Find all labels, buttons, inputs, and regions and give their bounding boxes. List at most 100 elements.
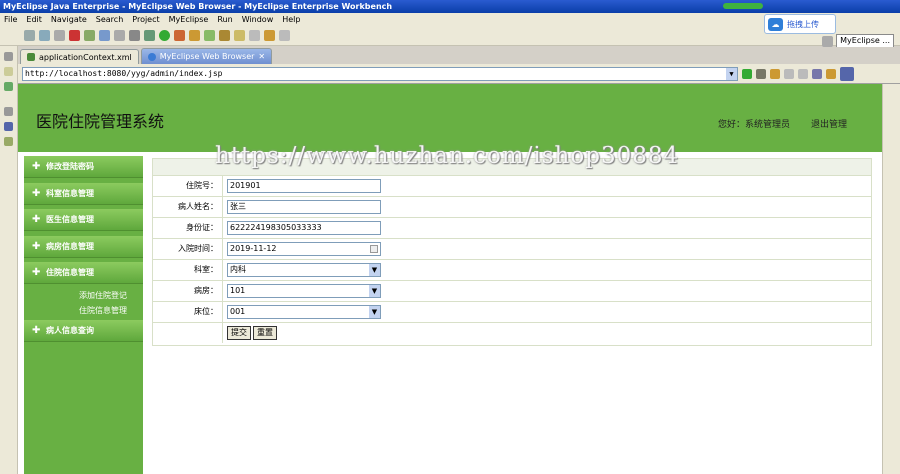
form-row-admission-date: 入院时间： 2019-11-12 [153, 239, 871, 260]
editor-tabs: applicationContext.xml MyEclipse Web Bro… [18, 47, 900, 64]
sidebar-item-change-password[interactable]: ✚ 修改登陆密码 [24, 156, 143, 178]
sidebar-item-admissions[interactable]: ✚ 住院信息管理 [24, 262, 143, 284]
chevron-down-icon: ▼ [369, 285, 380, 297]
patient-name-input[interactable]: 张三 [227, 200, 381, 214]
server-icon[interactable] [69, 30, 80, 41]
site-header: 医院住院管理系统 您好：系统管理员 退出管理 [18, 84, 882, 152]
window-title: MyEclipse Java Enterprise - MyEclipse We… [0, 0, 900, 13]
admission-form: 住院号： 201901 病人姓名： 张三 身份证： 62222419830503… [152, 158, 872, 346]
sidebar-subitem-manage-admissions[interactable]: 住院信息管理 [79, 305, 127, 316]
sidebar-item-departments[interactable]: ✚ 科室信息管理 [24, 183, 143, 205]
plus-icon: ✚ [32, 325, 41, 336]
chevron-down-icon[interactable]: ▼ [726, 67, 737, 80]
plus-icon: ✚ [32, 214, 41, 225]
left-trim-bar [0, 46, 18, 474]
package-explorer-icon[interactable] [4, 67, 13, 76]
sidebar-item-patient-query[interactable]: ✚ 病人信息查询 [24, 320, 143, 342]
plus-icon: ✚ [32, 188, 41, 199]
browser-icon[interactable] [99, 30, 110, 41]
cloud-icon: ☁ [768, 17, 783, 31]
perspective-switcher: MyEclipse ... [822, 34, 894, 48]
admission-no-input[interactable]: 201901 [227, 179, 381, 193]
deploy-icon[interactable] [84, 30, 95, 41]
submit-button[interactable]: 提交 [227, 326, 251, 340]
xml-file-icon [27, 53, 35, 61]
debug-icon[interactable] [144, 30, 155, 41]
department-select[interactable]: 内科 ▼ [227, 263, 381, 277]
field-label: 病人姓名： [153, 197, 223, 217]
upload-popup[interactable]: ☁ 拖拽上传 [764, 14, 836, 34]
field-label: 科室： [153, 260, 223, 280]
tab-label: applicationContext.xml [39, 52, 132, 62]
close-icon[interactable]: ✕ [258, 52, 265, 61]
menu-run[interactable]: Run [217, 13, 232, 26]
bed-select[interactable]: 001 ▼ [227, 305, 381, 319]
save-icon[interactable] [39, 30, 50, 41]
perspective-button[interactable]: MyEclipse ... [836, 34, 894, 48]
sidebar: ✚ 修改登陆密码 ✚ 科室信息管理 ✚ 医生信息管理 ✚ 病房信息管理 ✚ 住院信息管理 … [24, 156, 143, 474]
sidebar-item-label: 住院信息管理 [46, 268, 94, 277]
form-row-id-card: 身份证： 622224198305033333 [153, 218, 871, 239]
chevron-down-icon: ▼ [369, 306, 380, 318]
annotation-icon[interactable] [249, 30, 260, 41]
run-icon[interactable] [159, 30, 170, 41]
chevron-down-icon: ▼ [369, 264, 380, 276]
tools-icon[interactable] [840, 66, 854, 81]
open-type-icon[interactable] [219, 30, 230, 41]
wizard-icon[interactable] [114, 30, 125, 41]
new-class-icon[interactable] [189, 30, 200, 41]
new-package-icon[interactable] [204, 30, 215, 41]
console-icon[interactable] [4, 122, 13, 131]
sidebar-item-label: 医生信息管理 [46, 215, 94, 224]
tab-application-context[interactable]: applicationContext.xml [20, 49, 139, 64]
refresh-icon[interactable] [826, 68, 836, 79]
restore-icon-2[interactable] [4, 107, 13, 116]
settings-icon[interactable] [756, 68, 766, 79]
stop-icon[interactable] [812, 68, 822, 79]
form-row-ward: 病房： 101 ▼ [153, 281, 871, 302]
sidebar-item-label: 科室信息管理 [46, 189, 94, 198]
menu-file[interactable]: File [4, 13, 17, 26]
tab-web-browser[interactable]: MyEclipse Web Browser ✕ [140, 48, 273, 64]
form-row-bed: 床位： 001 ▼ [153, 302, 871, 323]
calendar-icon[interactable] [370, 245, 378, 253]
id-card-input[interactable]: 622224198305033333 [227, 221, 381, 235]
logout-link[interactable]: 退出管理 [811, 117, 847, 130]
menu-project[interactable]: Project [132, 13, 159, 26]
vertical-scrollbar[interactable] [882, 84, 900, 474]
back-icon[interactable] [264, 30, 275, 41]
sidebar-item-doctors[interactable]: ✚ 医生信息管理 [24, 209, 143, 231]
sidebar-item-label: 修改登陆密码 [46, 162, 94, 171]
field-label: 住院号： [153, 176, 223, 196]
menu-edit[interactable]: Edit [26, 13, 42, 26]
site-logo: 医院住院管理系统 [36, 112, 165, 131]
form-row-admission-no: 住院号： 201901 [153, 176, 871, 197]
reset-button[interactable]: 重置 [253, 326, 277, 340]
menu-window[interactable]: Window [242, 13, 274, 26]
menu-help[interactable]: Help [282, 13, 300, 26]
servers-icon[interactable] [4, 137, 13, 146]
forward-icon[interactable] [279, 30, 290, 41]
print-icon[interactable] [54, 30, 65, 41]
menu-myeclipse[interactable]: MyEclipse [169, 13, 209, 26]
menu-navigate[interactable]: Navigate [51, 13, 87, 26]
admission-date-input[interactable]: 2019-11-12 [227, 242, 381, 256]
go-icon[interactable] [742, 68, 752, 79]
sidebar-item-wards[interactable]: ✚ 病房信息管理 [24, 236, 143, 258]
address-bar: http://localhost:8080/yyg/admin/index.js… [18, 64, 900, 84]
new-icon[interactable] [24, 30, 35, 41]
menu-search[interactable]: Search [96, 13, 123, 26]
search-icon[interactable] [234, 30, 245, 41]
ward-select[interactable]: 101 ▼ [227, 284, 381, 298]
tool-icon[interactable] [129, 30, 140, 41]
forward-nav-icon[interactable] [798, 68, 808, 79]
sidebar-subitem-add-admission[interactable]: 添加住院登记 [79, 290, 127, 301]
open-perspective-icon[interactable] [822, 35, 834, 47]
form-row-department: 科室： 内科 ▼ [153, 260, 871, 281]
external-tools-icon[interactable] [174, 30, 185, 41]
restore-icon[interactable] [4, 52, 13, 61]
url-input[interactable]: http://localhost:8080/yyg/admin/index.js… [22, 66, 738, 81]
favorites-icon[interactable] [770, 68, 780, 79]
back-nav-icon[interactable] [784, 68, 794, 79]
hierarchy-icon[interactable] [4, 82, 13, 91]
